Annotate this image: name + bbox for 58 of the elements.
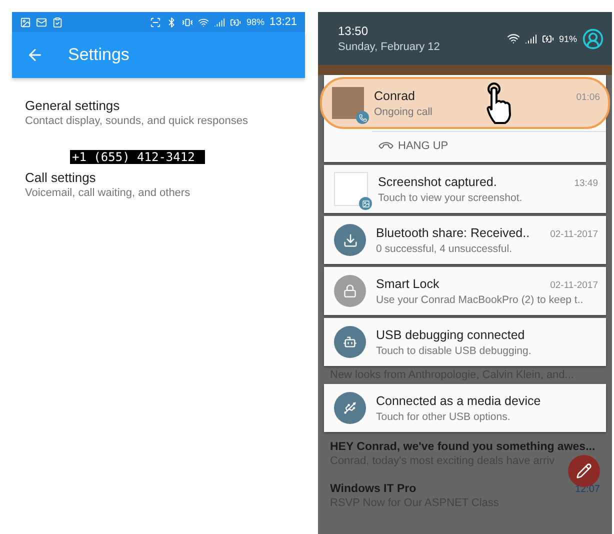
- settings-item[interactable]: Call settings Voicemail, call waiting, and others: [25, 170, 292, 199]
- settings-title: General settings: [25, 98, 121, 113]
- notification-time: 13:49: [574, 178, 598, 188]
- notification-time: 02-11-2017: [550, 280, 598, 290]
- settings-subtitle: Voicemail, call waiting, and others: [25, 187, 192, 199]
- battery-percent: 98%: [246, 17, 264, 27]
- back-icon[interactable]: [26, 46, 44, 64]
- clock: 13:21: [269, 16, 297, 28]
- wifi-icon: [198, 16, 210, 28]
- notification-text: Ongoing call: [374, 106, 434, 118]
- android-icon: [334, 326, 366, 358]
- compose-button[interactable]: [568, 455, 600, 487]
- mail-icon: [36, 16, 47, 28]
- notification-title: Smart Lock: [376, 276, 440, 290]
- notification-title: Screenshot captured.: [378, 174, 497, 188]
- image-badge-icon: [359, 197, 372, 210]
- settings-title: Call settings: [25, 170, 97, 185]
- user-icon[interactable]: [582, 28, 604, 50]
- lock-icon: [334, 275, 366, 307]
- email-sender: HEY Conrad, we've found you something awes...: [330, 441, 596, 453]
- notification-time: 01:06: [576, 92, 600, 102]
- date: Sunday, February 12: [338, 41, 440, 53]
- image-icon: [20, 16, 31, 28]
- scan-icon: [150, 16, 162, 28]
- notification-title: Bluetooth share: Received..: [376, 226, 530, 240]
- email-sender: Windows IT Pro: [330, 483, 416, 495]
- app-title: Settings: [68, 45, 130, 65]
- notification-text: Touch to disable USB debugging.: [376, 344, 532, 356]
- phone-badge-icon: [356, 111, 369, 124]
- clipboard-icon: [52, 16, 63, 28]
- notification-text: 0 successful, 4 unsuccessful.: [376, 242, 513, 254]
- hand-pointer-drawing: [485, 82, 513, 124]
- battery-icon: [230, 16, 242, 28]
- notification-text: Touch to view your screenshot.: [378, 192, 524, 204]
- notification-time: 02-11-2017: [550, 228, 598, 240]
- bluetooth-icon: [166, 16, 178, 28]
- notification-title: USB debugging connected: [376, 328, 525, 342]
- notification-card[interactable]: USB debugging connected Touch to disable USB debugging.: [324, 318, 606, 366]
- notification-text: Use your Conrad MacBookPro (2) to keep t..: [376, 294, 584, 306]
- settings-item[interactable]: General settings Contact display, sounds, and quick responses: [25, 98, 292, 127]
- settings-subtitle: Contact display, sounds, and quick responses: [25, 115, 249, 127]
- notification-card[interactable]: Smart Lock 02-11-2017 Use your Conrad MacBookPro (2) to keep t..: [324, 267, 606, 315]
- download-icon: [334, 224, 366, 256]
- signal-icon: [214, 16, 226, 28]
- notification-text: Touch for other USB options.: [376, 410, 512, 422]
- phone-number-label: +1 (655) 412-3412: [70, 150, 205, 164]
- notification-card[interactable]: Bluetooth share: Received.. 02-11-2017 0 successful, 4 unsuccessful.: [324, 216, 606, 264]
- battery-icon: [542, 32, 554, 44]
- notification-title: Conrad: [374, 88, 415, 102]
- pencil-icon: [576, 463, 592, 479]
- clock: 13:50: [338, 24, 370, 38]
- battery-percent: 91%: [558, 34, 577, 44]
- notification-title: Connected as a media device: [376, 394, 541, 408]
- notification-card[interactable]: Screenshot captured. 13:49 Touch to view your screenshot.: [324, 165, 606, 213]
- hang-up-button[interactable]: HANG UP: [376, 136, 452, 156]
- vibrate-icon: [182, 16, 194, 28]
- usb-icon: [334, 392, 366, 424]
- notification-card[interactable]: Connected as a media device Touch for other USB options.: [324, 384, 606, 432]
